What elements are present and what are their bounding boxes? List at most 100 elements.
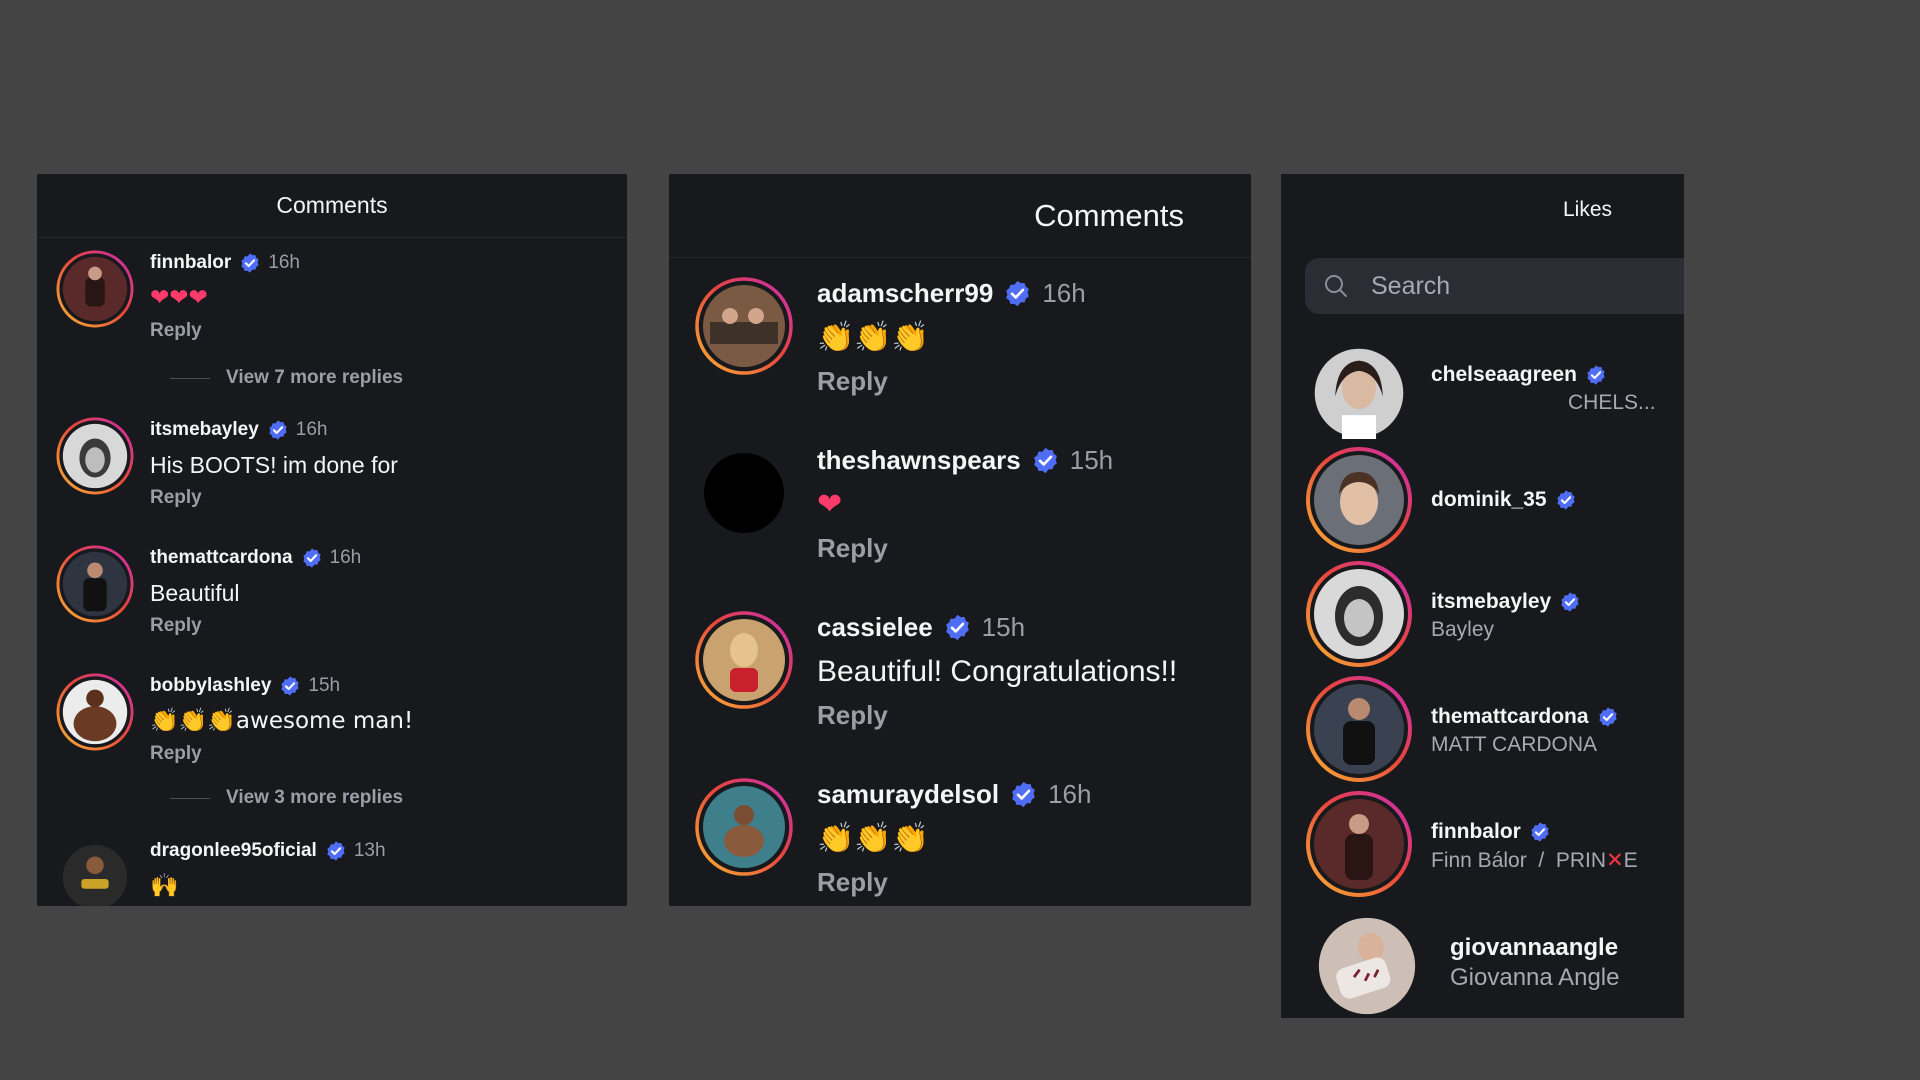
reply-button[interactable]: Reply <box>150 615 361 637</box>
avatar[interactable] <box>56 838 134 906</box>
username[interactable]: theshawnspears <box>817 445 1021 476</box>
comment-text: Beautiful! Congratulations!! <box>817 655 1178 688</box>
avatar[interactable] <box>1305 446 1413 554</box>
view-more-replies-label: View 7 more replies <box>226 367 404 388</box>
username[interactable]: adamscherr99 <box>817 278 993 309</box>
panel-title: Comments <box>37 174 627 238</box>
avatar[interactable] <box>694 443 794 543</box>
comment-body: adamscherr99 16h 👏👏👏 Reply <box>817 276 1086 397</box>
avatar[interactable] <box>694 276 794 376</box>
comment-time: 16h <box>1048 778 1092 809</box>
comment-time: 15h <box>981 611 1026 642</box>
like-item[interactable]: themattcardona MATT CARDONA <box>1281 675 1684 785</box>
comment-time: 13h <box>353 840 386 861</box>
view-more-replies-button[interactable]: View 7 more replies <box>170 367 403 389</box>
avatar[interactable] <box>1305 560 1413 668</box>
display-name-prefix: Finn Bálor / PRIN <box>1431 849 1607 872</box>
verified-icon <box>267 419 289 441</box>
verified-icon <box>943 613 972 642</box>
comment-text: His BOOTS! im done for <box>150 452 398 478</box>
comment-text: ❤ <box>817 487 843 522</box>
reply-button[interactable]: Reply <box>817 366 1086 397</box>
avatar[interactable] <box>56 545 134 623</box>
username[interactable]: finnbalor <box>150 252 231 274</box>
comment-text: 🙌 <box>150 873 179 899</box>
username[interactable]: dragonlee95oficial <box>150 840 317 862</box>
verified-icon <box>1585 364 1607 386</box>
comment-text: 👏👏👏 <box>817 320 930 355</box>
verified-icon <box>1009 780 1038 809</box>
comment-body: theshawnspears 15h ❤ Reply <box>817 443 1113 564</box>
panel-title: Likes <box>1562 198 1612 221</box>
reply-button[interactable]: Reply <box>150 743 413 765</box>
avatar[interactable] <box>1313 347 1405 439</box>
reply-button[interactable]: Reply <box>150 487 398 509</box>
search-input[interactable]: Search <box>1305 258 1684 314</box>
likes-panel: Likes Search chelseaagreen CHELS... domi… <box>1281 174 1684 1018</box>
comment-text: ❤❤❤ <box>150 285 208 311</box>
like-item[interactable]: finnbalor Finn Bálor / PRIN✕E <box>1281 790 1684 900</box>
username[interactable]: finnbalor <box>1431 820 1521 844</box>
reply-button[interactable]: Reply <box>817 867 1091 898</box>
reply-button[interactable]: Reply <box>150 320 300 342</box>
comment-body: itsmebayley 16h His BOOTS! im done for R… <box>150 417 398 509</box>
panel-title: Comments <box>669 174 1251 258</box>
verified-icon <box>1597 706 1619 728</box>
username[interactable]: itsmebayley <box>150 419 259 441</box>
like-item[interactable]: chelseaagreen CHELS... <box>1281 339 1684 449</box>
display-name: CHELS... <box>1568 391 1656 414</box>
username[interactable]: itsmebayley <box>1431 590 1551 614</box>
avatar[interactable] <box>56 250 134 328</box>
like-item[interactable]: dominik_35 <box>1281 446 1684 556</box>
username[interactable]: samuraydelsol <box>817 779 999 810</box>
comment-time: 16h <box>268 252 300 273</box>
view-more-replies-button[interactable]: View 3 more replies <box>170 787 403 809</box>
reply-button[interactable]: Reply <box>817 533 1113 564</box>
comment-body: dragonlee95oficial 13h 🙌 <box>150 838 386 900</box>
verified-icon <box>325 840 347 862</box>
like-body: themattcardona MATT CARDONA <box>1431 703 1619 757</box>
avatar[interactable] <box>694 610 794 710</box>
verified-icon <box>1031 446 1060 475</box>
comment-body: cassielee 15h Beautiful! Congratulations… <box>817 610 1177 731</box>
display-name-suffix: E <box>1623 849 1638 872</box>
username[interactable]: cassielee <box>817 612 933 643</box>
display-name: Finn Bálor / PRIN✕E <box>1431 848 1638 873</box>
cross-mark-icon: ✕ <box>1606 848 1624 872</box>
like-item[interactable]: itsmebayley Bayley <box>1281 560 1684 670</box>
comment-body: bobbylashley 15h 👏👏👏awesome man! Reply <box>150 673 413 765</box>
avatar[interactable] <box>56 673 134 751</box>
divider-line <box>170 797 210 799</box>
display-name: Bayley <box>1431 618 1495 641</box>
like-body: giovannaangle Giovanna Angle <box>1450 934 1619 992</box>
display-name: MATT CARDONA <box>1431 733 1598 756</box>
verified-icon <box>279 675 301 697</box>
comment-body: samuraydelsol 16h 👏👏👏 Reply <box>817 777 1091 898</box>
comment-time: 15h <box>1069 444 1114 475</box>
search-icon <box>1325 275 1347 297</box>
reply-button[interactable]: Reply <box>817 700 1177 731</box>
username[interactable]: themattcardona <box>150 547 293 569</box>
comments-panel-middle: Comments adamscherr99 16h 👏👏👏 Reply thes… <box>669 174 1251 906</box>
avatar[interactable] <box>1305 790 1413 898</box>
username[interactable]: dominik_35 <box>1431 488 1547 512</box>
avatar[interactable] <box>1317 916 1417 1016</box>
avatar[interactable] <box>1305 675 1413 783</box>
username[interactable]: giovannaangle <box>1450 934 1618 962</box>
divider-line <box>170 377 210 379</box>
comment-time: 16h <box>1042 277 1086 308</box>
comment-body: finnbalor 16h ❤❤❤ Reply <box>150 250 300 342</box>
verified-icon <box>1003 279 1032 308</box>
like-body: itsmebayley Bayley <box>1431 588 1581 642</box>
verified-icon <box>239 252 261 274</box>
verified-icon <box>1559 591 1581 613</box>
username[interactable]: bobbylashley <box>150 675 271 697</box>
like-item[interactable]: giovannaangle Giovanna Angle <box>1281 916 1684 1018</box>
avatar[interactable] <box>694 777 794 877</box>
username[interactable]: themattcardona <box>1431 705 1589 729</box>
comments-panel-left: Comments finnbalor 16h ❤❤❤ Reply View 7 … <box>37 174 627 906</box>
display-name: Giovanna Angle <box>1450 964 1620 991</box>
verified-icon <box>1529 821 1551 843</box>
username[interactable]: chelseaagreen <box>1431 363 1577 387</box>
avatar[interactable] <box>56 417 134 495</box>
